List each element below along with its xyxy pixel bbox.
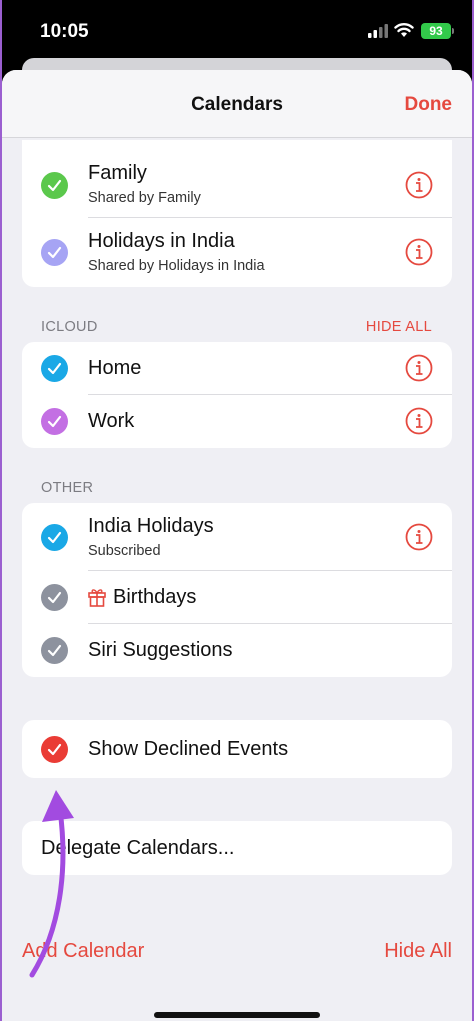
show-declined-events-label: Show Declined Events (88, 738, 289, 760)
calendar-title: Holidays in India (88, 230, 235, 252)
check-circle-icon[interactable] (41, 637, 68, 664)
info-icon[interactable] (405, 407, 433, 435)
declined-events-group: Show Declined Events (22, 720, 452, 778)
check-circle-icon[interactable] (41, 172, 68, 199)
battery-level: 93 (429, 24, 443, 38)
delegate-calendars-group: Delegate Calendars... (22, 821, 452, 875)
calendar-subtitle: Subscribed (88, 543, 161, 559)
show-declined-events-row[interactable]: Show Declined Events (22, 720, 452, 778)
gift-icon (88, 589, 106, 607)
check-circle-icon[interactable] (41, 736, 68, 763)
battery-nub (452, 28, 454, 34)
hide-all-icloud-button[interactable]: HIDE ALL (366, 319, 432, 335)
home-indicator (154, 1012, 320, 1018)
done-button[interactable]: Done (405, 94, 453, 116)
check-circle-fill (41, 172, 68, 199)
add-calendar-button[interactable]: Add Calendar (22, 940, 144, 963)
cellular-signal-icon (368, 24, 388, 38)
status-time: 10:05 (40, 21, 89, 42)
delegate-calendars-label: Delegate Calendars... (41, 837, 235, 859)
section-header-other: OTHER (41, 480, 94, 496)
calendar-title: Siri Suggestions (88, 639, 233, 661)
info-icon[interactable] (405, 238, 433, 266)
battery-indicator: 93 (421, 23, 451, 39)
calendar-title: Home (88, 357, 142, 379)
wifi-icon (394, 23, 414, 37)
info-icon[interactable] (405, 523, 433, 551)
check-circle-icon[interactable] (41, 355, 68, 382)
icloud-group: Home Work (22, 342, 452, 448)
calendar-title: Birthdays (113, 586, 197, 608)
calendars-sheet: Calendars Done Family Shared by Family H… (2, 70, 472, 1021)
calendar-title: India Holidays (88, 515, 214, 537)
status-bar: 10:05 93 (2, 0, 472, 62)
info-icon[interactable] (405, 354, 433, 382)
nav-bar: Calendars Done (2, 70, 472, 138)
calendar-title: Work (88, 410, 135, 432)
calendar-row-home[interactable]: Home (22, 342, 452, 395)
check-circle-icon[interactable] (41, 239, 68, 266)
phone-screen: 10:05 93 Calendars Done Family Shared by… (2, 0, 472, 1021)
info-icon[interactable] (405, 171, 433, 199)
calendar-row-india-holidays[interactable]: India Holidays Subscribed (22, 503, 452, 571)
check-circle-icon[interactable] (41, 408, 68, 435)
calendar-row-family[interactable]: Family Shared by Family (22, 140, 452, 218)
check-circle-icon[interactable] (41, 584, 68, 611)
calendar-row-holidays-in-india[interactable]: Holidays in India Shared by Holidays in … (22, 218, 452, 287)
delegate-calendars-row[interactable]: Delegate Calendars... (22, 821, 452, 875)
calendar-subtitle: Shared by Holidays in India (88, 258, 265, 274)
page-title: Calendars (191, 94, 283, 115)
calendar-title: Family (88, 162, 147, 184)
calendar-row-birthdays[interactable]: Birthdays (22, 571, 452, 624)
calendar-subtitle: Shared by Family (88, 190, 201, 206)
calendar-row-work[interactable]: Work (22, 395, 452, 448)
shared-calendars-group: Family Shared by Family Holidays in Indi… (22, 140, 452, 287)
calendar-row-siri-suggestions[interactable]: Siri Suggestions (22, 624, 452, 677)
other-group: India Holidays Subscribed Birthdays Siri… (22, 503, 452, 677)
check-circle-icon[interactable] (41, 524, 68, 551)
hide-all-button[interactable]: Hide All (384, 940, 452, 963)
section-header-icloud: ICLOUD (41, 319, 98, 335)
